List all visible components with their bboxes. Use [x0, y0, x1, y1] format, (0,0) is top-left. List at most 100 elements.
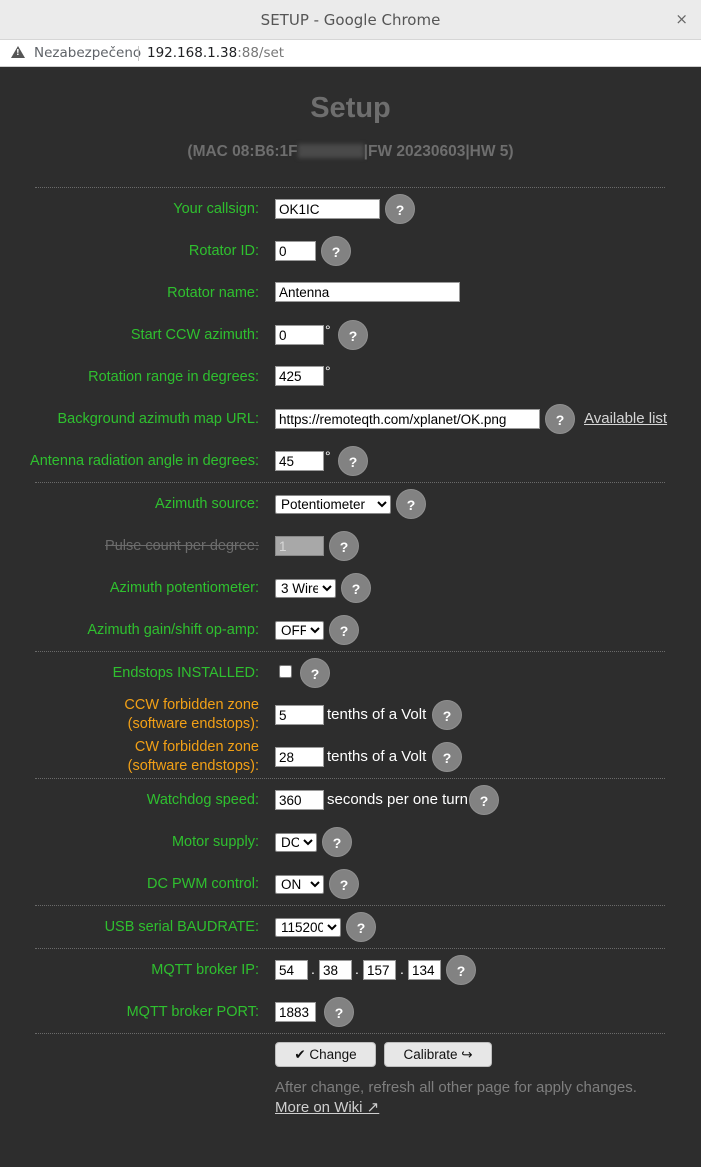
watchdog-input[interactable]: [275, 790, 324, 810]
start-ccw-input[interactable]: [275, 325, 324, 345]
help-button[interactable]: ?: [446, 955, 476, 985]
row-cw-zone: CW forbidden zone (software endstops): te…: [0, 739, 701, 779]
mqtt-ip-octet-1[interactable]: [275, 960, 308, 980]
help-button[interactable]: ?: [469, 785, 499, 815]
help-button[interactable]: ?: [396, 489, 426, 519]
help-button[interactable]: ?: [341, 573, 371, 603]
cw-zone-input[interactable]: [275, 747, 324, 767]
mqtt-ip-octet-3[interactable]: [363, 960, 396, 980]
row-azimuth-pot: Azimuth potentiometer: 3 Wire ?: [0, 573, 701, 603]
degree-sign: °: [325, 448, 331, 464]
help-button[interactable]: ?: [432, 700, 462, 730]
azimuth-source-select[interactable]: Potentiometer: [275, 495, 391, 514]
row-pwm: DC PWM control: ON ?: [0, 869, 701, 899]
pwm-label: DC PWM control:: [147, 876, 259, 892]
callsign-input[interactable]: [275, 199, 380, 219]
baudrate-label: USB serial BAUDRATE:: [104, 919, 259, 935]
ip-dot: .: [355, 961, 359, 977]
help-button[interactable]: ?: [322, 827, 352, 857]
help-button[interactable]: ?: [329, 615, 359, 645]
apply-note: After change, refresh all other page for…: [275, 1079, 637, 1096]
help-button[interactable]: ?: [346, 912, 376, 942]
gain-shift-select[interactable]: OFF: [275, 621, 324, 640]
row-start-ccw: Start CCW azimuth: ° ?: [0, 320, 701, 350]
url-path: :88/set: [237, 45, 285, 61]
url-text[interactable]: 192.168.1.38:88/set: [147, 45, 284, 61]
device-info: (MAC 08:B6:1F |FW 20230603|HW 5): [0, 143, 701, 161]
degree-sign: °: [325, 322, 331, 338]
row-mqtt-port: MQTT broker PORT: ?: [0, 997, 701, 1027]
url-host: 192.168.1.38: [147, 45, 238, 61]
row-ccw-zone: CCW forbidden zone (software endstops): t…: [0, 697, 701, 737]
row-rotator-id: Rotator ID: ?: [0, 236, 701, 266]
rotator-id-input[interactable]: [275, 241, 316, 261]
warning-icon[interactable]: [11, 46, 25, 58]
motor-supply-select[interactable]: DC: [275, 833, 317, 852]
mac-redacted: [297, 144, 364, 158]
window-title: SETUP - Google Chrome: [260, 11, 441, 29]
mqtt-ip-octet-4[interactable]: [408, 960, 441, 980]
calibrate-button[interactable]: Calibrate ↪: [384, 1042, 492, 1067]
change-button[interactable]: ✔ Change: [275, 1042, 376, 1067]
rotator-name-label: Rotator name:: [167, 285, 259, 301]
row-baudrate: USB serial BAUDRATE: 115200 ?: [0, 912, 701, 942]
azimuth-pot-select[interactable]: 3 Wire: [275, 579, 336, 598]
mqtt-port-label: MQTT broker PORT:: [126, 1004, 259, 1020]
help-button[interactable]: ?: [329, 869, 359, 899]
watchdog-unit: seconds per one turn: [327, 791, 468, 808]
address-bar[interactable]: Nezabezpečeno 192.168.1.38:88/set: [0, 40, 701, 67]
help-button[interactable]: ?: [545, 404, 575, 434]
row-map-url: Background azimuth map URL: ? Available …: [0, 404, 701, 434]
endstops-checkbox[interactable]: [279, 665, 292, 678]
map-url-input[interactable]: [275, 409, 540, 429]
baudrate-select[interactable]: 115200: [275, 918, 341, 937]
help-button[interactable]: ?: [324, 997, 354, 1027]
cw-zone-unit: tenths of a Volt: [327, 748, 427, 765]
help-button[interactable]: ?: [300, 658, 330, 688]
ccw-zone-input[interactable]: [275, 705, 324, 725]
mqtt-ip-label: MQTT broker IP:: [151, 962, 259, 978]
gain-shift-label: Azimuth gain/shift op-amp:: [87, 622, 259, 638]
wiki-link[interactable]: More on Wiki ↗: [275, 1098, 379, 1116]
azimuth-pot-label: Azimuth potentiometer:: [109, 580, 259, 596]
row-pulse-count: Pulse count per degree: ?: [0, 531, 701, 561]
row-callsign: Your callsign: ?: [0, 194, 701, 224]
pwm-select[interactable]: ON: [275, 875, 324, 894]
ip-dot: .: [400, 961, 404, 977]
divider: [35, 948, 665, 949]
address-separator: [138, 46, 139, 61]
row-rotation-range: Rotation range in degrees: °: [0, 362, 701, 392]
ip-dot: .: [311, 961, 315, 977]
device-info-suffix: |FW 20230603|HW 5): [363, 143, 514, 160]
motor-supply-label: Motor supply:: [171, 834, 259, 850]
available-list-link[interactable]: Available list: [584, 410, 667, 427]
help-button[interactable]: ?: [432, 742, 462, 772]
pulse-count-label: Pulse count per degree:: [105, 538, 259, 554]
mqtt-ip-octet-2[interactable]: [319, 960, 352, 980]
rotation-range-input[interactable]: [275, 366, 324, 386]
rotator-name-input[interactable]: [275, 282, 460, 302]
security-label[interactable]: Nezabezpečeno: [34, 45, 141, 61]
close-icon[interactable]: ×: [675, 10, 688, 28]
row-radiation-angle: Antenna radiation angle in degrees: ° ?: [0, 446, 701, 476]
radiation-angle-input[interactable]: [275, 451, 324, 471]
ccw-zone-unit: tenths of a Volt: [327, 706, 427, 723]
help-button[interactable]: ?: [329, 531, 359, 561]
help-button[interactable]: ?: [385, 194, 415, 224]
ccw-zone-label-line2: (software endstops):: [127, 716, 259, 732]
help-button[interactable]: ?: [321, 236, 351, 266]
cw-zone-label-line1: CW forbidden zone: [134, 739, 259, 755]
row-mqtt-ip: MQTT broker IP: . . . ?: [0, 955, 701, 985]
row-motor-supply: Motor supply: DC ?: [0, 827, 701, 857]
ccw-zone-label: CCW forbidden zone (software endstops):: [124, 696, 259, 734]
mqtt-port-input[interactable]: [275, 1002, 316, 1022]
help-button[interactable]: ?: [338, 446, 368, 476]
window-titlebar: SETUP - Google Chrome ×: [0, 0, 701, 40]
divider: [35, 905, 665, 906]
help-button[interactable]: ?: [338, 320, 368, 350]
row-watchdog: Watchdog speed: seconds per one turn ?: [0, 785, 701, 815]
watchdog-label: Watchdog speed:: [146, 792, 259, 808]
divider: [35, 651, 665, 652]
azimuth-source-label: Azimuth source:: [155, 496, 259, 512]
start-ccw-label: Start CCW azimuth:: [130, 327, 259, 343]
